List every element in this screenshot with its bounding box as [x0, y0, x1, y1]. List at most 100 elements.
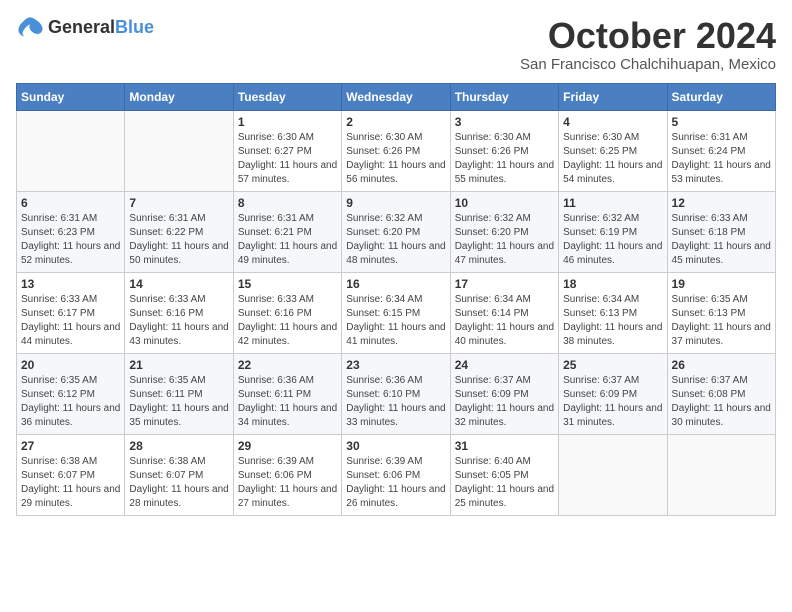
- table-row: 23 Sunrise: 6:36 AM Sunset: 6:10 PM Dayli…: [342, 353, 450, 434]
- day-number: 7: [129, 196, 228, 210]
- table-row: 9 Sunrise: 6:32 AM Sunset: 6:20 PM Daylig…: [342, 191, 450, 272]
- day-info: Sunrise: 6:33 AM Sunset: 6:16 PM Dayligh…: [238, 293, 337, 349]
- day-number: 20: [21, 358, 120, 372]
- table-row: 20Sunrise: 6:35 AM Sunset: 6:12 PM Dayli…: [17, 353, 125, 434]
- day-info: Sunrise: 6:30 AM Sunset: 6:26 PM Dayligh…: [346, 131, 445, 187]
- day-info: Sunrise: 6:31 AM Sunset: 6:21 PM Dayligh…: [238, 212, 337, 268]
- location-title: San Francisco Chalchihuapan, Mexico: [520, 56, 776, 73]
- day-info: Sunrise: 6:30 AM Sunset: 6:26 PM Dayligh…: [455, 131, 554, 187]
- day-info: Sunrise: 6:38 AM Sunset: 6:07 PM Dayligh…: [21, 455, 120, 511]
- day-number: 13: [21, 277, 120, 291]
- table-row: 16 Sunrise: 6:34 AM Sunset: 6:15 PM Dayli…: [342, 272, 450, 353]
- day-number: 31: [455, 439, 554, 453]
- table-row: 6 Sunrise: 6:31 AM Sunset: 6:23 PM Daylig…: [17, 191, 125, 272]
- day-info: Sunrise: 6:37 AM Sunset: 6:08 PM Dayligh…: [672, 374, 771, 430]
- calendar-table: Sunday Monday Tuesday Wednesday Thursday…: [16, 83, 776, 516]
- day-number: 10: [455, 196, 554, 210]
- page-header: GeneralBlue October 2024 San Francisco C…: [16, 16, 776, 73]
- day-info: Sunrise: 6:39 AM Sunset: 6:06 PM Dayligh…: [346, 455, 445, 511]
- calendar-week-4: 20Sunrise: 6:35 AM Sunset: 6:12 PM Dayli…: [17, 353, 776, 434]
- logo-text: GeneralBlue: [48, 17, 154, 38]
- day-info: Sunrise: 6:33 AM Sunset: 6:16 PM Dayligh…: [129, 293, 228, 349]
- table-row: [667, 434, 775, 515]
- day-number: 25: [563, 358, 662, 372]
- table-row: 25 Sunrise: 6:37 AM Sunset: 6:09 PM Dayli…: [559, 353, 667, 434]
- table-row: 13 Sunrise: 6:33 AM Sunset: 6:17 PM Dayli…: [17, 272, 125, 353]
- day-number: 3: [455, 115, 554, 129]
- table-row: 17 Sunrise: 6:34 AM Sunset: 6:14 PM Dayli…: [450, 272, 558, 353]
- table-row: 21 Sunrise: 6:35 AM Sunset: 6:11 PM Dayli…: [125, 353, 233, 434]
- day-number: 4: [563, 115, 662, 129]
- header-monday: Monday: [125, 83, 233, 110]
- day-number: 12: [672, 196, 771, 210]
- header-saturday: Saturday: [667, 83, 775, 110]
- table-row: [125, 110, 233, 191]
- day-number: 18: [563, 277, 662, 291]
- day-number: 21: [129, 358, 228, 372]
- day-number: 6: [21, 196, 120, 210]
- table-row: 28 Sunrise: 6:38 AM Sunset: 6:07 PM Dayli…: [125, 434, 233, 515]
- day-info: Sunrise: 6:37 AM Sunset: 6:09 PM Dayligh…: [455, 374, 554, 430]
- table-row: 29Sunrise: 6:39 AM Sunset: 6:06 PM Dayli…: [233, 434, 341, 515]
- day-number: 14: [129, 277, 228, 291]
- day-info: Sunrise: 6:32 AM Sunset: 6:19 PM Dayligh…: [563, 212, 662, 268]
- header-wednesday: Wednesday: [342, 83, 450, 110]
- day-number: 1: [238, 115, 337, 129]
- header-friday: Friday: [559, 83, 667, 110]
- calendar-header: Sunday Monday Tuesday Wednesday Thursday…: [17, 83, 776, 110]
- table-row: 26 Sunrise: 6:37 AM Sunset: 6:08 PM Dayli…: [667, 353, 775, 434]
- calendar-week-5: 27 Sunrise: 6:38 AM Sunset: 6:07 PM Dayli…: [17, 434, 776, 515]
- day-info: Sunrise: 6:36 AM Sunset: 6:11 PM Dayligh…: [238, 374, 337, 430]
- day-number: 11: [563, 196, 662, 210]
- day-number: 16: [346, 277, 445, 291]
- day-info: Sunrise: 6:33 AM Sunset: 6:17 PM Dayligh…: [21, 293, 120, 349]
- day-info: Sunrise: 6:32 AM Sunset: 6:20 PM Dayligh…: [346, 212, 445, 268]
- day-number: 19: [672, 277, 771, 291]
- day-info: Sunrise: 6:31 AM Sunset: 6:24 PM Dayligh…: [672, 131, 771, 187]
- day-number: 2: [346, 115, 445, 129]
- logo-blue: Blue: [115, 17, 154, 37]
- table-row: 11 Sunrise: 6:32 AM Sunset: 6:19 PM Dayli…: [559, 191, 667, 272]
- day-number: 23: [346, 358, 445, 372]
- header-row: Sunday Monday Tuesday Wednesday Thursday…: [17, 83, 776, 110]
- table-row: 12 Sunrise: 6:33 AM Sunset: 6:18 PM Dayli…: [667, 191, 775, 272]
- calendar-week-2: 6 Sunrise: 6:31 AM Sunset: 6:23 PM Daylig…: [17, 191, 776, 272]
- logo-bird-icon: [16, 16, 44, 38]
- logo-general: General: [48, 17, 115, 37]
- day-info: Sunrise: 6:35 AM Sunset: 6:13 PM Dayligh…: [672, 293, 771, 349]
- day-number: 28: [129, 439, 228, 453]
- day-number: 30: [346, 439, 445, 453]
- table-row: [559, 434, 667, 515]
- table-row: 30 Sunrise: 6:39 AM Sunset: 6:06 PM Dayli…: [342, 434, 450, 515]
- day-info: Sunrise: 6:38 AM Sunset: 6:07 PM Dayligh…: [129, 455, 228, 511]
- day-info: Sunrise: 6:30 AM Sunset: 6:27 PM Dayligh…: [238, 131, 337, 187]
- day-info: Sunrise: 6:31 AM Sunset: 6:23 PM Dayligh…: [21, 212, 120, 268]
- day-info: Sunrise: 6:35 AM Sunset: 6:11 PM Dayligh…: [129, 374, 228, 430]
- table-row: 2 Sunrise: 6:30 AM Sunset: 6:26 PM Daylig…: [342, 110, 450, 191]
- calendar-week-1: 1 Sunrise: 6:30 AM Sunset: 6:27 PM Daylig…: [17, 110, 776, 191]
- calendar-week-3: 13 Sunrise: 6:33 AM Sunset: 6:17 PM Dayli…: [17, 272, 776, 353]
- header-tuesday: Tuesday: [233, 83, 341, 110]
- table-row: 4 Sunrise: 6:30 AM Sunset: 6:25 PM Daylig…: [559, 110, 667, 191]
- table-row: 19 Sunrise: 6:35 AM Sunset: 6:13 PM Dayli…: [667, 272, 775, 353]
- day-info: Sunrise: 6:34 AM Sunset: 6:13 PM Dayligh…: [563, 293, 662, 349]
- month-title: October 2024: [520, 16, 776, 56]
- day-number: 9: [346, 196, 445, 210]
- day-number: 22: [238, 358, 337, 372]
- table-row: 18 Sunrise: 6:34 AM Sunset: 6:13 PM Dayli…: [559, 272, 667, 353]
- day-info: Sunrise: 6:33 AM Sunset: 6:18 PM Dayligh…: [672, 212, 771, 268]
- day-info: Sunrise: 6:34 AM Sunset: 6:14 PM Dayligh…: [455, 293, 554, 349]
- day-info: Sunrise: 6:37 AM Sunset: 6:09 PM Dayligh…: [563, 374, 662, 430]
- day-info: Sunrise: 6:34 AM Sunset: 6:15 PM Dayligh…: [346, 293, 445, 349]
- calendar-body: 1 Sunrise: 6:30 AM Sunset: 6:27 PM Daylig…: [17, 110, 776, 515]
- day-info: Sunrise: 6:40 AM Sunset: 6:05 PM Dayligh…: [455, 455, 554, 511]
- day-number: 17: [455, 277, 554, 291]
- table-row: 31 Sunrise: 6:40 AM Sunset: 6:05 PM Dayli…: [450, 434, 558, 515]
- day-info: Sunrise: 6:30 AM Sunset: 6:25 PM Dayligh…: [563, 131, 662, 187]
- day-number: 26: [672, 358, 771, 372]
- day-info: Sunrise: 6:36 AM Sunset: 6:10 PM Dayligh…: [346, 374, 445, 430]
- day-number: 27: [21, 439, 120, 453]
- header-sunday: Sunday: [17, 83, 125, 110]
- table-row: 5Sunrise: 6:31 AM Sunset: 6:24 PM Daylig…: [667, 110, 775, 191]
- table-row: 1 Sunrise: 6:30 AM Sunset: 6:27 PM Daylig…: [233, 110, 341, 191]
